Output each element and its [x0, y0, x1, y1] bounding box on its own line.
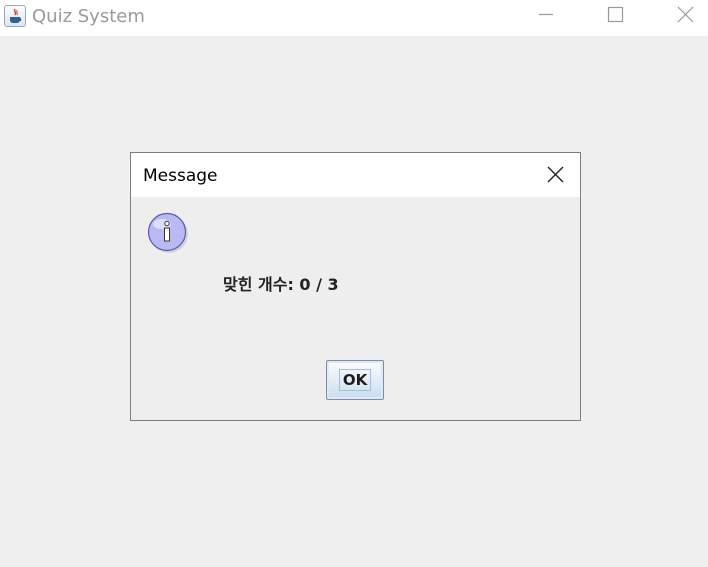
dialog-title: Message: [143, 166, 218, 186]
close-icon: [677, 6, 694, 23]
minimize-icon: [539, 13, 553, 16]
dialog-close-icon: [547, 166, 564, 183]
ok-button-label: OK: [342, 371, 368, 389]
ok-button[interactable]: OK: [326, 360, 384, 400]
minimize-button[interactable]: [516, 0, 576, 32]
maximize-button[interactable]: [585, 0, 645, 32]
dialog-titlebar: Message: [131, 153, 580, 197]
message-dialog: Message 맞힌 개수: 0 / 3 OK: [130, 152, 581, 421]
java-cup-icon: [4, 5, 26, 27]
result-message: 맞힌 개수: 0 / 3: [223, 275, 339, 294]
window-titlebar: Quiz System: [0, 0, 708, 36]
info-icon: [147, 211, 191, 259]
window-close-button[interactable]: [655, 0, 708, 32]
window-title: Quiz System: [32, 6, 145, 27]
maximize-icon: [607, 6, 624, 23]
dialog-close-button[interactable]: [536, 159, 574, 191]
